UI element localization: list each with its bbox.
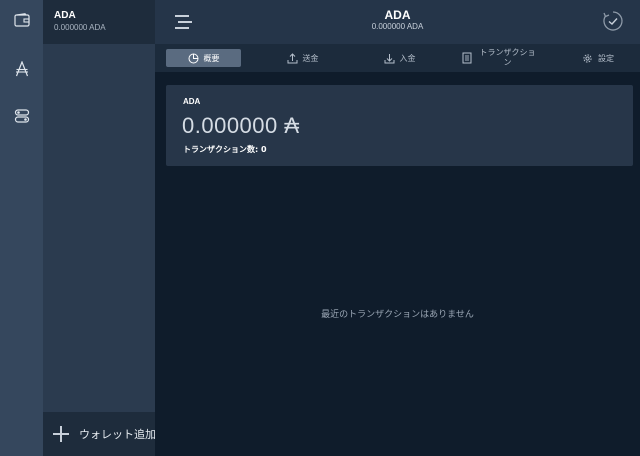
plus-icon [53, 426, 69, 442]
wallet-summary-card: ADA 0.000000 ₳ トランザクション数: 0 [166, 85, 633, 166]
transactions-icon [462, 52, 471, 64]
tab-receive-label: 入金 [399, 53, 416, 63]
summary-amount-value: 0.000000 [182, 113, 278, 138]
wallet-tabs: 概要 送金 入金 トランザクション 設定 [155, 44, 640, 72]
tab-send-label: 送金 [302, 53, 319, 63]
main-panel: ADA 0.000000 ADA 概要 送金 入金 トランザクション 設定 AD… [155, 0, 640, 456]
summary-amount: 0.000000 ₳ [182, 113, 300, 139]
tab-settings[interactable]: 設定 [563, 49, 633, 67]
add-wallet-label: ウォレット追加 [79, 428, 156, 441]
sync-status-button[interactable] [602, 10, 624, 32]
wallet-name: ADA [54, 10, 76, 21]
tab-send[interactable]: 送金 [265, 49, 340, 67]
sync-check-icon [603, 11, 623, 31]
wallet-title: ADA [384, 8, 411, 22]
tab-transactions[interactable]: トランザクション [455, 48, 545, 67]
wallet-balance-subtitle: 0.000000 ADA [371, 22, 424, 31]
top-bar: ADA 0.000000 ADA [155, 0, 640, 44]
ada-currency-symbol: ₳ [284, 113, 300, 138]
add-wallet-button[interactable]: ウォレット追加 [43, 412, 156, 456]
send-icon [287, 52, 297, 63]
rail-settings-button[interactable] [0, 96, 43, 136]
summary-icon [188, 53, 198, 63]
no-transactions-message: 最近のトランザクションはありません [321, 310, 474, 320]
tab-summary[interactable]: 概要 [166, 49, 241, 67]
tab-transactions-label: トランザクション [479, 48, 536, 67]
ada-symbol-icon [15, 61, 28, 77]
wallet-sidebar: ADA 0.000000 ADA ウォレット追加 [43, 0, 156, 456]
tab-settings-label: 設定 [598, 53, 614, 63]
wallet-list-item[interactable]: ADA 0.000000 ADA [43, 0, 155, 44]
receive-icon [384, 53, 394, 63]
settings-toggle-icon [14, 109, 29, 123]
gear-icon [583, 53, 592, 63]
summary-wallet-name: ADA [183, 97, 201, 106]
tab-summary-label: 概要 [203, 53, 220, 63]
rail-ada-button[interactable] [0, 49, 43, 89]
wallet-amount: 0.000000 ADA [54, 23, 106, 32]
summary-transaction-count: トランザクション数: 0 [183, 145, 267, 154]
nav-rail [0, 0, 43, 456]
tab-receive[interactable]: 入金 [362, 49, 437, 67]
wallet-icon [13, 13, 30, 27]
rail-wallets-button[interactable] [0, 0, 43, 40]
